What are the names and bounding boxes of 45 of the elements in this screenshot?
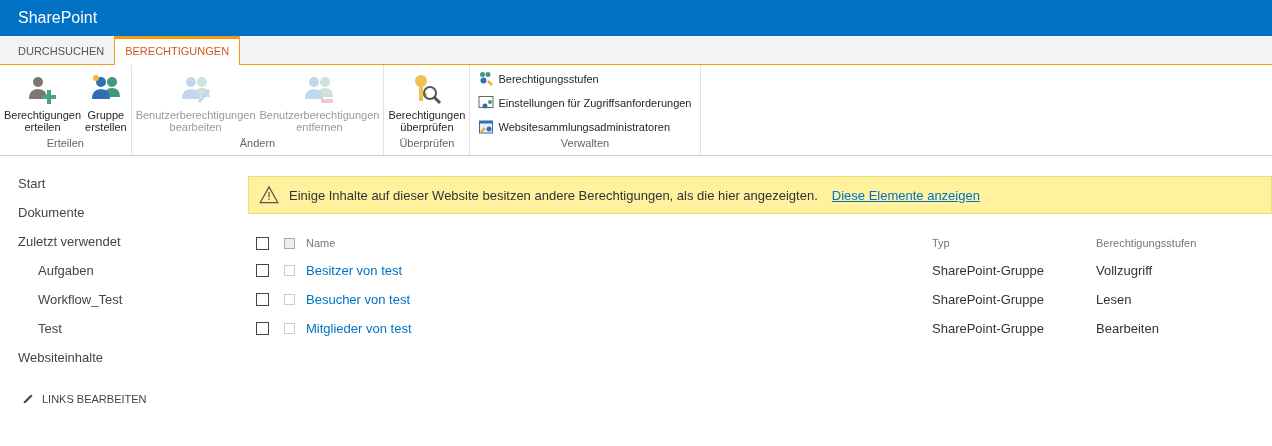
group-label: Verwalten xyxy=(559,137,611,151)
notice-text: Einige Inhalte auf dieser Website besitzen andere Berechtigungen, als die hier angezeigten. xyxy=(289,187,818,203)
ribbon-button[interactable]: Berechtigungen überprüfen xyxy=(386,69,468,137)
edit-links-button[interactable]: LINKS BEARBEITEN xyxy=(18,393,248,405)
ribbon-button[interactable]: Gruppe erstellen xyxy=(83,69,129,137)
table-cell-text: Vollzugriff xyxy=(1096,263,1154,278)
select-all-icon xyxy=(284,237,295,249)
nav-link[interactable]: Workflow_Test xyxy=(18,292,248,321)
users-key-icon xyxy=(478,71,495,87)
column-header[interactable]: Typ xyxy=(932,237,1096,249)
group-link[interactable]: Mitglieder von test xyxy=(306,321,932,336)
ribbon-button[interactable]: Berechtigungen erteilen xyxy=(2,69,84,137)
app-title[interactable]: SharePoint xyxy=(18,9,98,27)
ribbon-button[interactable]: Berechtigungsstufen xyxy=(478,69,692,89)
table-cell-text: Bearbeiten xyxy=(1096,321,1160,336)
checkbox[interactable] xyxy=(256,236,269,250)
site-admins-icon xyxy=(478,119,495,135)
ribbon-button[interactable]: Websitesammlungsadministratoren xyxy=(478,117,692,137)
nav-link[interactable]: Start xyxy=(18,176,248,205)
group-label: Überprüfen xyxy=(398,137,456,151)
ribbon-tab[interactable]: BERECHTIGUNGEN xyxy=(114,36,241,65)
group-link[interactable]: Besucher von test xyxy=(306,292,932,307)
ribbon-button[interactable]: Einstellungen für Zugriffsanforderungen xyxy=(478,93,692,113)
group-label: Ändern xyxy=(238,137,277,151)
pencil-icon xyxy=(22,393,34,405)
table-cell-text: Lesen xyxy=(1096,292,1133,307)
nav-link[interactable]: Test xyxy=(18,321,248,350)
table-cell-text: SharePoint-Gruppe xyxy=(932,321,1045,336)
checkbox[interactable] xyxy=(256,322,269,335)
ribbon-tab[interactable]: DURCHSUCHEN xyxy=(8,37,115,64)
nav-link[interactable]: Aufgaben xyxy=(18,263,248,292)
access-settings-icon xyxy=(478,95,495,111)
group-label: Erteilen xyxy=(45,137,85,151)
warning-icon xyxy=(259,185,279,205)
nav-link[interactable]: Websiteinhalte xyxy=(18,350,248,379)
column-header[interactable]: Berechtigungsstufen xyxy=(1096,237,1256,249)
table-cell-text: SharePoint-Gruppe xyxy=(932,263,1045,278)
column-header[interactable]: Name xyxy=(306,237,932,249)
nav-link[interactable]: Dokumente xyxy=(18,205,248,234)
checkbox[interactable] xyxy=(256,264,269,277)
checkbox[interactable] xyxy=(256,293,269,306)
nav-link[interactable]: Zuletzt verwendet xyxy=(18,234,248,263)
notice-link[interactable]: Diese Elemente anzeigen xyxy=(831,187,980,203)
group-link[interactable]: Besitzer von test xyxy=(306,263,932,278)
table-cell-text: SharePoint-Gruppe xyxy=(932,292,1045,307)
